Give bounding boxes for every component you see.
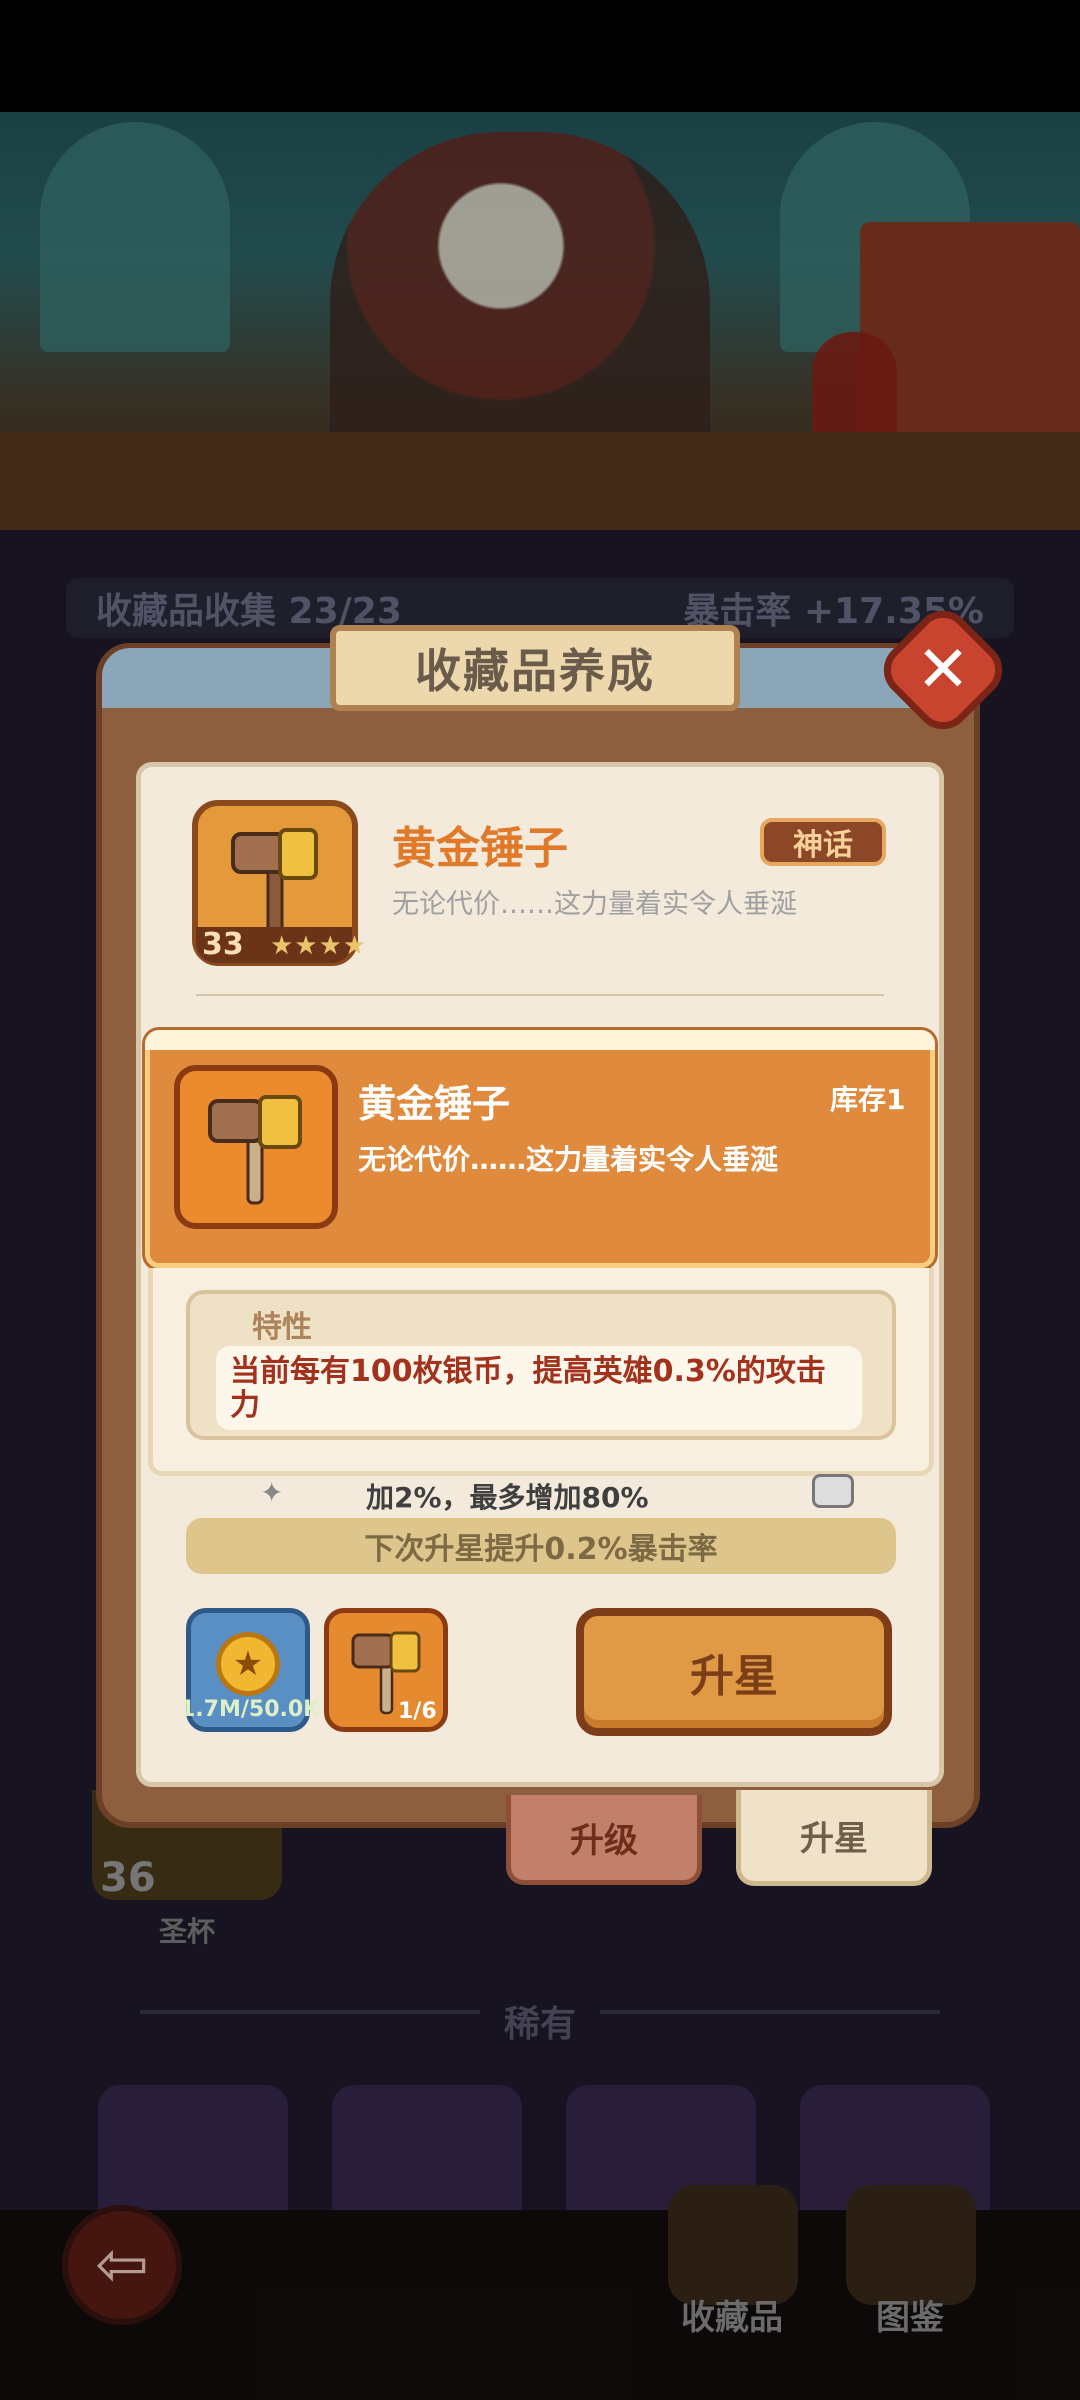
star-effect-text: 加2%，最多增加80% — [366, 1481, 649, 1514]
tooltip-item-icon — [174, 1065, 338, 1229]
hammer-count: 1/6 — [398, 1699, 437, 1724]
tab-upgrade[interactable]: 升级 — [506, 1795, 702, 1885]
tooltip-stock: 库存1 — [830, 1083, 906, 1116]
item-description: 无论代价……这力量着实令人垂涎 — [392, 889, 797, 920]
item-name: 黄金锤子 — [392, 823, 568, 874]
next-upgrade-info: 下次升星提升0.2%暴击率 — [186, 1518, 896, 1574]
top-black-band — [0, 0, 1080, 112]
trait-title: 特性 — [252, 1310, 312, 1345]
tooltip-description: 无论代价……这力量着实令人垂涎 — [358, 1143, 779, 1176]
tooltip-item-name: 黄金锤子 — [358, 1082, 511, 1126]
tab-star-up[interactable]: 升星 — [736, 1790, 932, 1886]
info-icon[interactable] — [812, 1474, 854, 1508]
panel-title: 收藏品养成 — [415, 644, 655, 698]
item-divider — [196, 994, 884, 996]
tooltip-top-band — [145, 1030, 935, 1050]
item-stars: ★★★★ — [270, 931, 368, 961]
star-up-button[interactable]: 升星 — [576, 1608, 892, 1736]
coin-icon: ★ — [216, 1632, 280, 1696]
star-burst-icon: ✦ — [260, 1476, 284, 1509]
rarity-badge: 神话 — [760, 818, 886, 866]
coin-amount: 1.7M/50.0K — [180, 1697, 321, 1722]
hammer-icon — [208, 1095, 302, 1205]
trait-text: 当前每有100枚银币，提高英雄0.3%的攻击力 — [230, 1354, 826, 1423]
panel-title-ribbon: 收藏品养成 — [330, 625, 740, 711]
close-icon[interactable]: ✕ — [893, 620, 993, 720]
